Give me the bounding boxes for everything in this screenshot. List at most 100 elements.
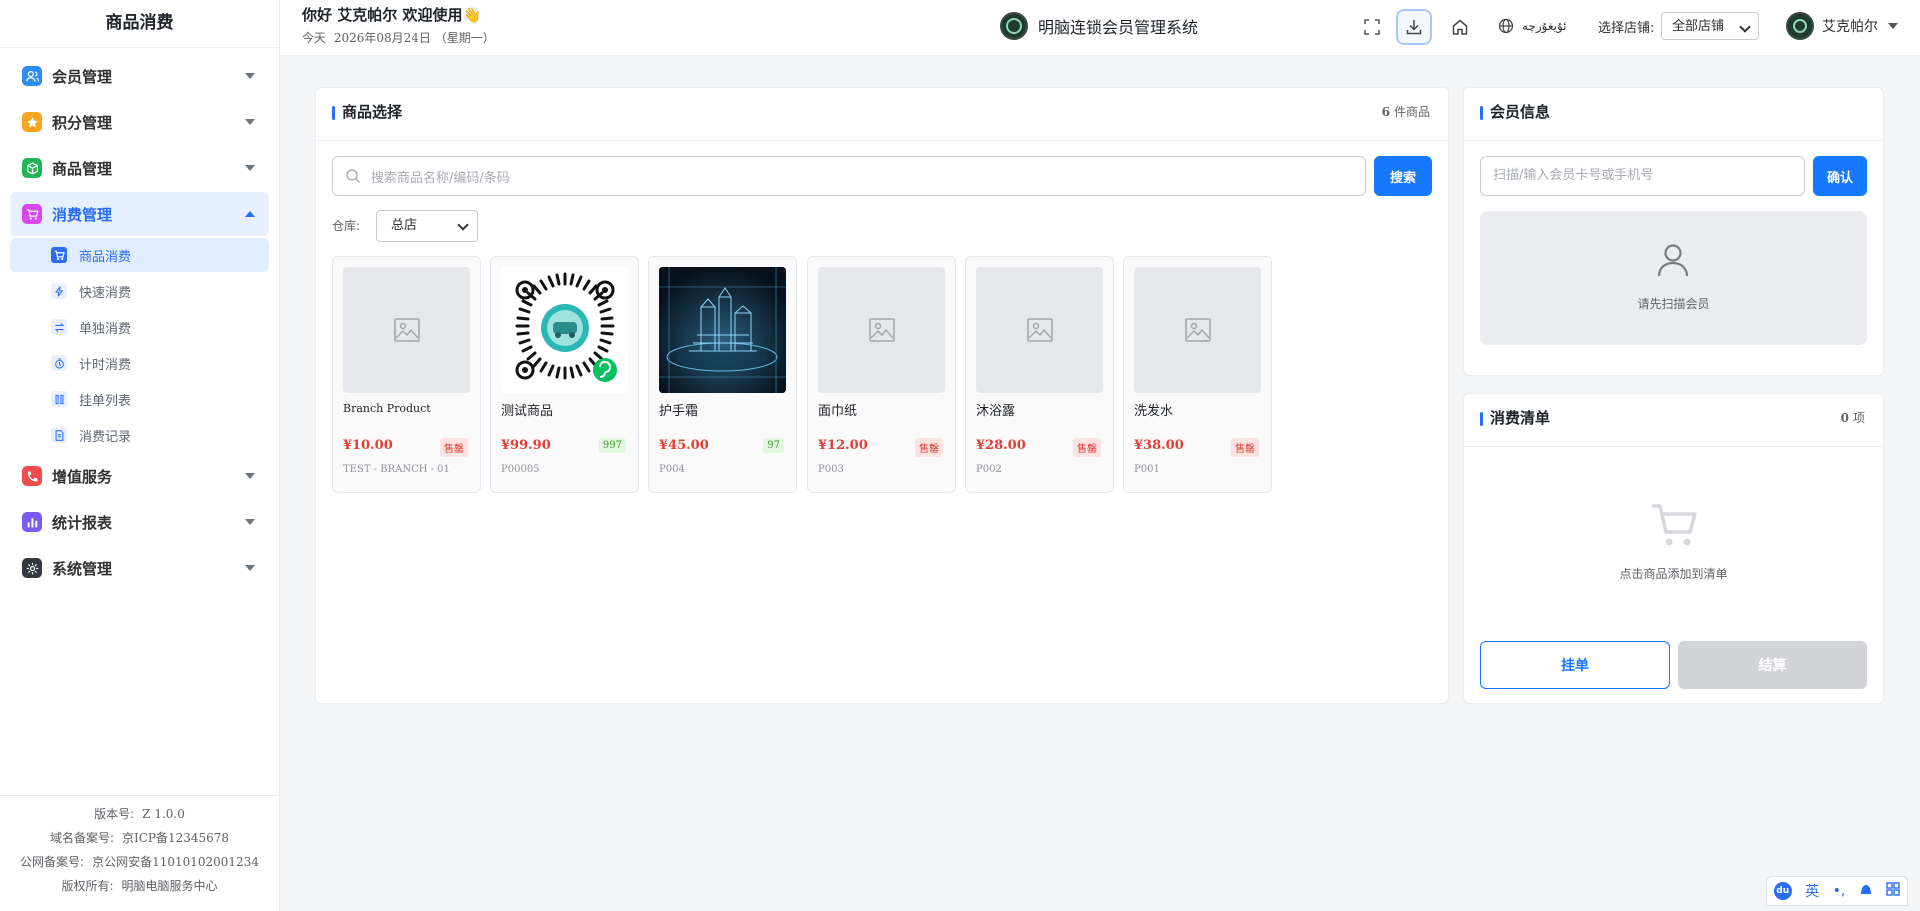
card-title: 会员信息 (1480, 101, 1550, 122)
product-code: P00005 (501, 464, 540, 475)
system-brand: 明脑连锁会员管理系统 (1000, 12, 1198, 40)
sold-out-badge: 售罄 (915, 438, 943, 457)
image-placeholder-icon (1026, 318, 1053, 342)
sold-out-badge: 售罄 (1231, 438, 1259, 457)
version-value: Z 1.0.0 (142, 807, 185, 821)
globe-icon (1498, 18, 1514, 34)
system-name: 明脑连锁会员管理系统 (1038, 18, 1199, 37)
user-icon (1657, 244, 1689, 277)
submenu-quick-consumption[interactable]: 快速消费 (10, 274, 269, 308)
product-card[interactable]: 测试商品 ¥99.90 997 P00005 (490, 256, 639, 493)
submenu-label: 快速消费 (79, 285, 132, 301)
menu-member-management[interactable]: 会员管理 (10, 54, 269, 98)
voice-icon[interactable] (1859, 882, 1873, 900)
product-code: P003 (818, 464, 844, 475)
hold-order-button[interactable]: 挂单 (1480, 641, 1670, 689)
product-image (1134, 267, 1261, 393)
menu-statistics-reports[interactable]: 统计报表 (10, 500, 269, 544)
product-search-input[interactable]: 搜索商品名称/编码/条码 (332, 156, 1366, 196)
product-image (659, 267, 786, 393)
submenu-timed-consumption[interactable]: 计时消费 (10, 346, 269, 380)
avatar (1786, 12, 1814, 40)
image-placeholder-icon (393, 318, 420, 342)
home-button[interactable] (1442, 9, 1478, 45)
submenu-hold-list[interactable]: 挂单列表 (10, 382, 269, 416)
search-placeholder: 搜索商品名称/编码/条码 (371, 170, 510, 186)
qr-code-image (515, 272, 617, 382)
submenu-product-consumption[interactable]: 商品消费 (10, 238, 269, 272)
product-image (976, 267, 1103, 393)
product-card[interactable]: 护手霜 ¥45.00 97 P004 (648, 256, 797, 493)
menu-system-management[interactable]: 系统管理 (10, 546, 269, 590)
menu-label: 消费管理 (52, 205, 113, 224)
divider (1464, 446, 1883, 447)
grid-menu-icon[interactable] (1886, 882, 1900, 900)
store-select[interactable]: 全部店铺 (1661, 12, 1759, 40)
member-empty-state: 请先扫描会员 (1480, 211, 1867, 345)
weekday-value: （星期一） (434, 31, 495, 45)
menu-label: 系统管理 (52, 559, 113, 578)
product-card[interactable]: 面巾纸 ¥12.00 售罄 P003 (807, 256, 956, 493)
copyright-row: 版权所有: 明脑电脑服务中心 (0, 874, 279, 898)
ime-mode-toggle[interactable]: 英 (1805, 881, 1819, 901)
warehouse-select[interactable]: 总店 (376, 210, 478, 242)
menu-label: 会员管理 (52, 67, 113, 86)
star-icon (22, 112, 42, 132)
member-card-input[interactable]: 扫描/输入会员卡号或手机号 (1480, 156, 1805, 196)
greeting: 你好 艾克帕尔 欢迎使用👋 (302, 6, 482, 24)
empty-cart-icon (1652, 504, 1697, 546)
gear-icon (22, 558, 42, 578)
menu-consumption-management[interactable]: 消费管理 (10, 192, 269, 236)
menu-product-management[interactable]: 商品管理 (10, 146, 269, 190)
fullscreen-button[interactable] (1354, 9, 1390, 45)
divider (316, 140, 1448, 141)
submenu-consumption-records[interactable]: 消费记录 (10, 418, 269, 452)
home-icon (1452, 19, 1468, 35)
submenu-single-consumption[interactable]: 单独消费 (10, 310, 269, 344)
submenu-label: 挂单列表 (79, 393, 132, 409)
sold-out-badge: 售罄 (440, 438, 468, 457)
menu-label: 积分管理 (52, 113, 113, 132)
product-card[interactable]: Branch Product ¥10.00 售罄 TEST - BRANCH -… (332, 256, 481, 493)
product-card[interactable]: 沐浴露 ¥28.00 售罄 P002 (965, 256, 1114, 493)
chevron-down-icon (245, 73, 255, 79)
product-name: 护手霜 (659, 404, 699, 419)
product-code: P004 (659, 464, 685, 475)
submenu-label: 单独消费 (79, 321, 132, 337)
search-icon (346, 169, 360, 183)
card-title: 消费清单 (1480, 407, 1550, 428)
user-menu[interactable]: 艾克帕尔 (1786, 12, 1898, 40)
bill-count-value: 0 (1840, 411, 1849, 425)
sidebar: 商品消费 会员管理 积分管理 商品管理 消费管理 商品消费 快速消费 单独消费 … (0, 0, 280, 911)
box-icon (22, 158, 42, 178)
baidu-ime-logo-icon: du (1773, 882, 1792, 900)
domain-record-label: 域名备案号: (49, 831, 114, 845)
date-value: 2026年08月24日 (333, 31, 431, 45)
product-code: TEST - BRANCH - 01 (343, 464, 450, 475)
menu-points-management[interactable]: 积分管理 (10, 100, 269, 144)
product-image (818, 267, 945, 393)
chevron-down-icon (245, 565, 255, 571)
punctuation-icon[interactable]: •, (1833, 883, 1846, 899)
member-info-card: 会员信息 扫描/输入会员卡号或手机号 确认 请先扫描会员 (1463, 87, 1884, 376)
product-count-value: 6 (1381, 105, 1390, 119)
bill-count: 0项 (1841, 409, 1865, 426)
product-card[interactable]: 洗发水 ¥38.00 售罄 P001 (1123, 256, 1272, 493)
download-button[interactable] (1396, 9, 1432, 45)
police-record-value: 京公网安备11010102001234 (92, 855, 259, 869)
product-selection-card: 商品选择 6 件商品 搜索商品名称/编码/条码 搜索 仓库: 总店 Branch … (315, 87, 1449, 704)
confirm-button[interactable]: 确认 (1813, 156, 1867, 196)
chevron-up-icon (245, 211, 255, 217)
system-logo-icon (1000, 12, 1028, 40)
domain-record-row: 域名备案号: 京ICP备12345678 (0, 826, 279, 850)
language-switch[interactable]: ئۇيغۇرچە (1498, 18, 1567, 34)
product-price: ¥99.90 (501, 438, 551, 453)
menu-value-added-services[interactable]: 增值服务 (10, 454, 269, 498)
copyright-value: 明脑电脑服务中心 (121, 879, 218, 893)
fullscreen-icon (1364, 19, 1380, 35)
search-button[interactable]: 搜索 (1374, 156, 1432, 196)
sidebar-menu: 会员管理 积分管理 商品管理 消费管理 商品消费 快速消费 单独消费 计时消费 … (0, 48, 279, 590)
product-name: 面巾纸 (818, 404, 858, 419)
ime-toolbar: du 英 •, (1766, 876, 1908, 906)
checkout-button[interactable]: 结算 (1678, 641, 1867, 689)
